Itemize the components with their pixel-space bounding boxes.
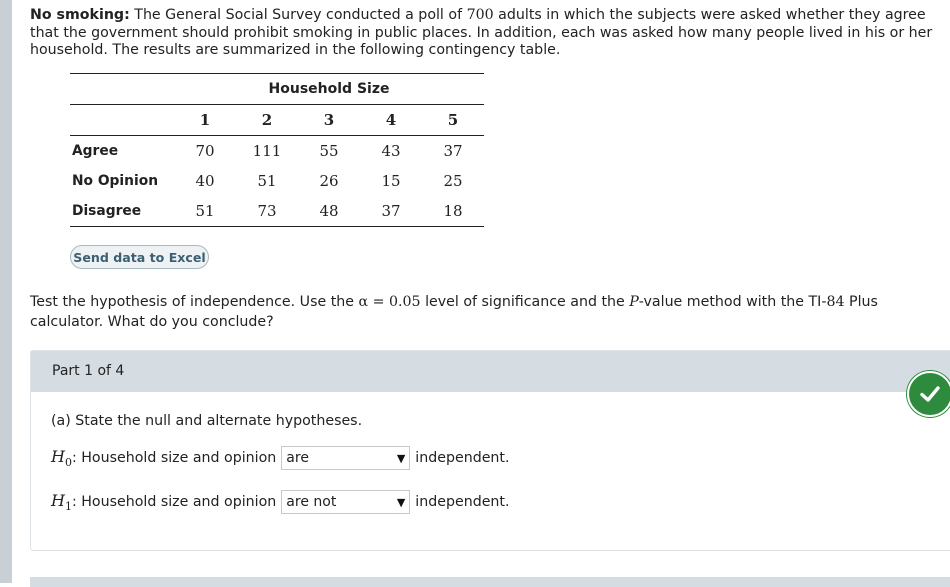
intro-lead: No smoking: xyxy=(30,7,130,23)
part-panel: Part 1 of 4 (a) State the null and alter… xyxy=(30,350,950,551)
table-cell: 48 xyxy=(298,196,360,227)
column-header: 5 xyxy=(422,104,484,136)
table-cell: 43 xyxy=(381,142,401,160)
h0-symbol: H0 xyxy=(51,447,72,469)
p-symbol: P xyxy=(629,294,639,310)
table-cell: 111 xyxy=(252,142,282,160)
contingency-table: Household Size 1 2 3 4 5 Agree 70 111 55… xyxy=(70,73,484,227)
check-icon xyxy=(907,371,950,417)
row-label: No Opinion xyxy=(72,173,159,189)
part-header: Part 1 of 4 xyxy=(31,351,950,392)
table-cell: 37 xyxy=(360,196,422,227)
h0-row: H0 : Household size and opinion are ▼ ind… xyxy=(51,446,510,470)
question-a: Test the hypothesis of independence. Use… xyxy=(30,294,359,310)
h1-selected: are not xyxy=(286,494,337,510)
column-header: 3 xyxy=(298,104,360,136)
intro-sample-size: 700 xyxy=(466,7,494,23)
table-cell: 18 xyxy=(422,196,484,227)
h1-symbol: H1 xyxy=(51,491,72,513)
h1-row: H1 : Household size and opinion are not ▼… xyxy=(51,490,510,514)
problem-intro: No smoking: The General Social Survey co… xyxy=(30,7,950,60)
table-row: No Opinion 40 51 26 15 25 xyxy=(70,166,484,196)
h0-letter: H xyxy=(51,446,65,466)
table-cell: 51 xyxy=(174,196,236,227)
h1-subscript: 1 xyxy=(64,500,72,514)
next-part-header xyxy=(30,577,950,587)
h1-suffix: independent. xyxy=(415,494,510,510)
table-group-title: Household Size xyxy=(174,73,484,105)
table-row: Disagree 51 73 48 37 18 xyxy=(70,196,484,227)
dropdown-arrow-icon: ▼ xyxy=(396,495,406,509)
dropdown-arrow-icon: ▼ xyxy=(396,451,406,465)
row-label: Disagree xyxy=(70,196,174,227)
h0-dropdown[interactable]: are ▼ xyxy=(281,446,411,470)
table-cell: 55 xyxy=(319,142,339,160)
h0-suffix: independent. xyxy=(415,450,510,466)
table-row: Agree 70 111 55 43 37 xyxy=(70,136,484,167)
table-column-header: 1 2 3 4 5 xyxy=(70,104,484,136)
table-cell: 70 xyxy=(195,142,215,160)
table-cell: 37 xyxy=(443,142,463,160)
part-prompt: (a) State the null and alternate hypothe… xyxy=(51,413,363,429)
table-cell: 15 xyxy=(381,172,401,190)
alpha-value: α = 0.05 xyxy=(358,294,421,310)
table-cell: 25 xyxy=(443,172,463,190)
intro-text-a: The General Social Survey conducted a po… xyxy=(129,7,467,23)
table-cell: 51 xyxy=(257,172,277,190)
ti-model: 84 xyxy=(826,294,845,310)
h1-dropdown[interactable]: are not ▼ xyxy=(281,490,411,514)
h1-letter: H xyxy=(51,490,65,510)
question-text: Test the hypothesis of independence. Use… xyxy=(30,292,950,332)
question-b: level of significance and the xyxy=(420,294,630,310)
column-header: 1 xyxy=(174,104,236,136)
question-c: -value method with the TI- xyxy=(638,294,827,310)
table-cell: 40 xyxy=(195,172,215,190)
table-corner-2 xyxy=(70,104,174,136)
h0-text: : Household size and opinion xyxy=(71,450,277,466)
row-label: Agree xyxy=(72,143,119,159)
send-to-excel-button[interactable]: Send data to Excel xyxy=(70,245,209,269)
table-corner xyxy=(70,73,174,105)
table-group-header: Household Size xyxy=(70,73,484,105)
table-cell: 26 xyxy=(319,172,339,190)
column-header: 4 xyxy=(360,104,422,136)
h0-subscript: 0 xyxy=(64,456,72,470)
h1-text: : Household size and opinion xyxy=(71,494,277,510)
table-cell: 73 xyxy=(236,196,298,227)
column-header: 2 xyxy=(236,104,298,136)
left-scroll-strip xyxy=(0,0,12,583)
h0-selected: are xyxy=(286,450,309,466)
